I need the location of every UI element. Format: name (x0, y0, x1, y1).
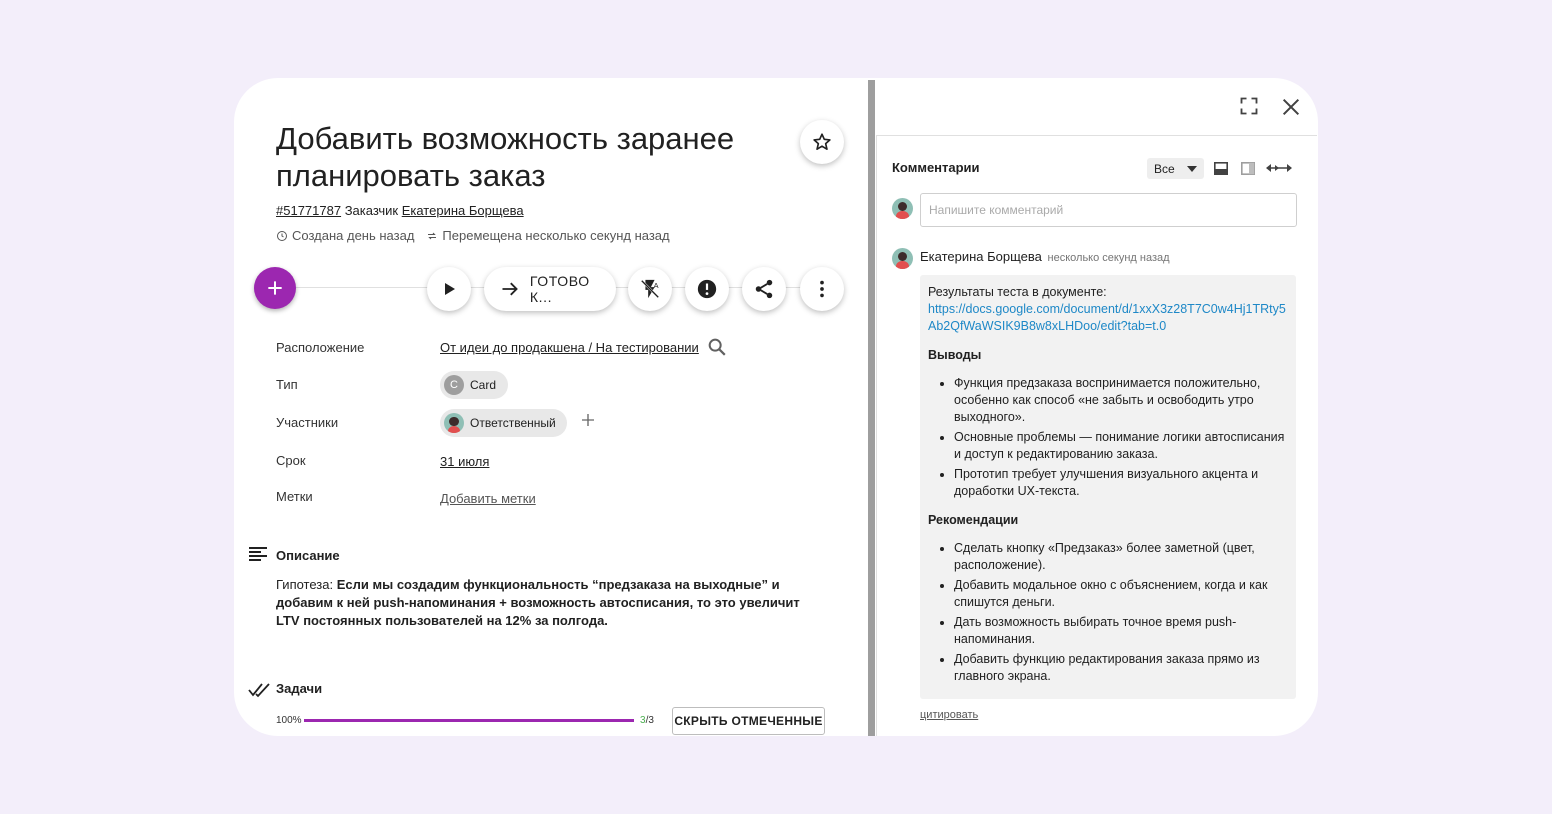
arrow-right-icon (502, 282, 518, 296)
comment-author-line: Екатерина Борщева несколько секунд назад (920, 249, 1170, 264)
double-check-icon (248, 683, 270, 698)
type-label: Тип (276, 377, 298, 392)
more-vert-icon (820, 280, 824, 298)
width-arrows-icon[interactable] (1266, 163, 1292, 173)
clock-icon (277, 230, 287, 241)
comment-author-name[interactable]: Екатерина Борщева (920, 249, 1042, 264)
checklist-progress-bar (304, 719, 634, 722)
swap-icon (428, 232, 437, 239)
conclusions-list: Функция предзаказа воспринимается положи… (954, 375, 1288, 500)
automation-button[interactable]: A (628, 267, 672, 311)
due-date-link[interactable]: 31 июля (440, 454, 489, 469)
description-icon (249, 547, 267, 561)
comments-title: Комментарии (892, 160, 980, 175)
close-icon[interactable] (1280, 96, 1302, 118)
comment-input[interactable] (920, 193, 1297, 227)
description-heading: Описание (276, 548, 340, 563)
task-details-panel: Добавить возможность заранее планировать… (234, 78, 866, 736)
members-label: Участники (276, 415, 339, 430)
list-item: Добавить функцию редактирования заказа п… (954, 651, 1288, 685)
list-item: Прототип требует улучшения визуального а… (954, 466, 1288, 500)
add-tags-link[interactable]: Добавить метки (440, 491, 536, 506)
share-icon (755, 279, 773, 299)
task-meta-line: #51771787 Заказчик Екатерина Борщева (276, 203, 524, 218)
checklist-percent: 100% (276, 715, 302, 726)
customer-label: Заказчик (344, 203, 399, 218)
task-card: Добавить возможность заранее планировать… (234, 78, 1318, 736)
fullscreen-icon[interactable] (1239, 96, 1259, 116)
comment-body: Результаты теста в документе: https://do… (920, 275, 1296, 699)
favorite-button[interactable] (800, 120, 844, 164)
comment-doc-link[interactable]: https://docs.google.com/document/d/1xxX3… (928, 302, 1286, 333)
start-timer-button[interactable] (427, 267, 471, 311)
type-letter-badge: C (444, 375, 464, 395)
star-icon (813, 133, 831, 150)
list-item: Добавить модальное окно с объяснением, к… (954, 577, 1288, 611)
plus-icon (582, 414, 594, 426)
member-avatar (444, 413, 464, 433)
recommendations-list: Сделать кнопку «Предзаказ» более заметно… (954, 540, 1288, 685)
play-icon (445, 283, 455, 295)
list-item: Функция предзаказа воспринимается положи… (954, 375, 1288, 426)
comment-time: несколько секунд назад (1047, 252, 1170, 264)
tags-label: Метки (276, 489, 313, 504)
member-chip[interactable]: Ответственный (440, 409, 567, 437)
share-button[interactable] (742, 267, 786, 311)
comments-filter-value: Все (1154, 161, 1175, 176)
checklist-progress-fill (304, 719, 634, 722)
layout-side-icon[interactable] (1241, 162, 1255, 175)
task-history-line: Создана день назад Перемещена несколько … (276, 228, 670, 243)
hide-checked-button[interactable]: СКРЫТЬ ОТМЕЧЕННЫЕ (672, 707, 825, 735)
caret-down-icon (1186, 165, 1197, 172)
moved-text: Перемещена несколько секунд назад (442, 228, 670, 243)
task-title[interactable]: Добавить возможность заранее планировать… (276, 120, 796, 194)
panel-resize-handle[interactable] (868, 80, 875, 736)
location-value-link[interactable]: От идеи до продакшена / На тестировании (440, 340, 699, 355)
quote-comment-link[interactable]: цитировать (920, 709, 978, 721)
list-item: Дать возможность выбирать точное время p… (954, 614, 1288, 648)
location-label: Расположение (276, 340, 365, 355)
add-button[interactable] (254, 267, 296, 309)
comment-author-avatar (892, 248, 913, 269)
description-prefix: Гипотеза: (276, 577, 337, 592)
priority-button[interactable] (685, 267, 729, 311)
type-chip[interactable]: C Card (440, 371, 509, 399)
plus-icon (268, 281, 282, 295)
flash-off-icon: A (640, 279, 660, 299)
member-chip-label: Ответственный (470, 416, 556, 430)
list-item: Сделать кнопку «Предзаказ» более заметно… (954, 540, 1288, 574)
created-text: Создана день назад (292, 228, 415, 243)
priority-icon (697, 279, 717, 299)
customer-name-link[interactable]: Екатерина Борщева (402, 203, 524, 218)
list-item: Основные проблемы — понимание логики авт… (954, 429, 1288, 463)
add-member-button[interactable] (580, 412, 596, 432)
due-date-label: Срок (276, 453, 306, 468)
checklist-count: 3/3 (640, 715, 654, 726)
task-id-link[interactable]: #51771787 (276, 203, 341, 218)
comment-intro: Результаты теста в документе: (928, 285, 1107, 299)
svg-text:A: A (654, 281, 659, 290)
move-to-column-button[interactable]: ГОТОВО К... (484, 267, 616, 311)
description-hypothesis: Если мы создадим функциональность “предз… (276, 577, 800, 628)
conclusions-heading: Выводы (928, 348, 982, 362)
move-to-column-label: ГОТОВО К... (529, 273, 590, 305)
checklist-total-count: /3 (645, 715, 654, 726)
type-chip-label: Card (470, 378, 497, 392)
search-icon[interactable] (706, 336, 728, 358)
recommendations-heading: Рекомендации (928, 513, 1019, 527)
current-user-avatar (892, 198, 913, 219)
description-text[interactable]: Гипотеза: Если мы создадим функционально… (276, 576, 821, 630)
comments-filter-select[interactable]: Все (1147, 158, 1204, 179)
checklist-heading: Задачи (276, 681, 323, 696)
layout-bottom-icon[interactable] (1214, 162, 1228, 175)
more-options-button[interactable] (800, 267, 844, 311)
